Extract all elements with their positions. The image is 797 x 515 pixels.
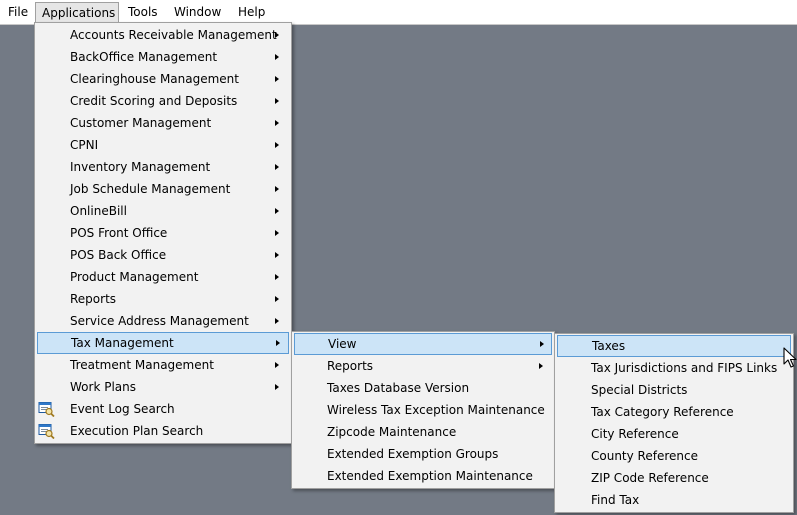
menu-window[interactable]: Window [168, 2, 227, 22]
menu-item-label: Taxes [592, 339, 626, 353]
submenu-arrow-icon [275, 120, 279, 126]
applications-item-pos-front-office[interactable]: POS Front Office [37, 222, 289, 244]
applications-item-clearinghouse-management[interactable]: Clearinghouse Management [37, 68, 289, 90]
menu-item-label: CPNI [70, 138, 99, 152]
tax-management-submenu: View Reports Taxes Database Version Wireles… [291, 331, 555, 489]
menu-item-label: Credit Scoring and Deposits [70, 94, 238, 108]
submenu-arrow-icon [275, 164, 279, 170]
submenu-arrow-icon [275, 274, 279, 280]
menu-item-label: Inventory Management [70, 160, 211, 174]
view-item-city-reference[interactable]: City Reference [557, 423, 791, 445]
submenu-arrow-icon [275, 296, 279, 302]
menu-item-label: Treatment Management [70, 358, 214, 372]
tax-management-item-extended-exemption-maintenance[interactable]: Extended Exemption Maintenance [294, 465, 552, 487]
menu-item-label: Taxes Database Version [327, 381, 470, 395]
submenu-arrow-icon [275, 76, 279, 82]
submenu-arrow-icon [275, 32, 279, 38]
menu-item-label: Reports [70, 292, 117, 306]
applications-item-tax-management[interactable]: Tax Management [37, 332, 289, 354]
submenu-arrow-icon [275, 384, 279, 390]
submenu-arrow-icon [275, 54, 279, 60]
menu-item-label: ZIP Code Reference [591, 471, 709, 485]
applications-item-execution-plan-search[interactable]: Execution Plan Search [37, 420, 289, 442]
search-window-icon [38, 401, 55, 418]
menu-item-label: Service Address Management [70, 314, 249, 328]
applications-item-credit-scoring-and-deposits[interactable]: Credit Scoring and Deposits [37, 90, 289, 112]
view-item-tax-jurisdictions-and-fips-links[interactable]: Tax Jurisdictions and FIPS Links [557, 357, 791, 379]
tax-management-item-taxes-database-version[interactable]: Taxes Database Version [294, 377, 552, 399]
menu-item-label: Wireless Tax Exception Maintenance [327, 403, 545, 417]
menu-item-label: OnlineBill [70, 204, 127, 218]
applications-item-work-plans[interactable]: Work Plans [37, 376, 289, 398]
menu-item-label: Tax Management [71, 336, 174, 350]
view-item-find-tax[interactable]: Find Tax [557, 489, 791, 511]
menu-item-label: Extended Exemption Maintenance [327, 469, 533, 483]
submenu-arrow-icon [275, 318, 279, 324]
applications-item-cpni[interactable]: CPNI [37, 134, 289, 156]
tax-management-item-extended-exemption-groups[interactable]: Extended Exemption Groups [294, 443, 552, 465]
menu-item-label: BackOffice Management [70, 50, 218, 64]
menu-item-label: Customer Management [70, 116, 212, 130]
submenu-arrow-icon [275, 98, 279, 104]
applications-item-job-schedule-management[interactable]: Job Schedule Management [37, 178, 289, 200]
menu-item-label: Reports [327, 359, 374, 373]
tax-management-item-reports[interactable]: Reports [294, 355, 552, 377]
menu-item-label: Clearinghouse Management [70, 72, 239, 86]
menu-item-label: POS Front Office [70, 226, 168, 240]
menu-item-label: Tax Jurisdictions and FIPS Links [591, 361, 778, 375]
applications-item-backoffice-management[interactable]: BackOffice Management [37, 46, 289, 68]
menu-item-label: Special Districts [591, 383, 688, 397]
view-item-taxes[interactable]: Taxes [557, 335, 791, 357]
menu-item-label: County Reference [591, 449, 698, 463]
submenu-arrow-icon [275, 142, 279, 148]
tax-management-item-zipcode-maintenance[interactable]: Zipcode Maintenance [294, 421, 552, 443]
menu-item-label: View [328, 337, 357, 351]
submenu-arrow-icon [539, 363, 543, 369]
applications-item-product-management[interactable]: Product Management [37, 266, 289, 288]
menu-item-label: Tax Category Reference [591, 405, 734, 419]
menu-tools[interactable]: Tools [122, 2, 164, 22]
submenu-arrow-icon [540, 341, 544, 347]
menu-item-label: POS Back Office [70, 248, 167, 262]
menu-file[interactable]: File [2, 2, 34, 22]
menu-help[interactable]: Help [232, 2, 271, 22]
menu-item-label: Work Plans [70, 380, 136, 394]
menu-item-label: Zipcode Maintenance [327, 425, 457, 439]
menu-item-label: Job Schedule Management [70, 182, 231, 196]
tax-management-item-view[interactable]: View [294, 333, 552, 355]
applications-item-inventory-management[interactable]: Inventory Management [37, 156, 289, 178]
view-item-county-reference[interactable]: County Reference [557, 445, 791, 467]
menu-item-label: City Reference [591, 427, 679, 441]
submenu-arrow-icon [275, 230, 279, 236]
applications-item-reports[interactable]: Reports [37, 288, 289, 310]
submenu-arrow-icon [275, 186, 279, 192]
menu-item-label: Find Tax [591, 493, 640, 507]
applications-menu: Accounts Receivable Management BackOffice… [34, 22, 292, 444]
applications-item-customer-management[interactable]: Customer Management [37, 112, 289, 134]
menu-item-label: Event Log Search [70, 402, 175, 416]
menu-applications[interactable]: Applications [35, 2, 119, 22]
view-item-special-districts[interactable]: Special Districts [557, 379, 791, 401]
menu-item-label: Execution Plan Search [70, 424, 204, 438]
applications-item-onlinebill[interactable]: OnlineBill [37, 200, 289, 222]
menu-item-label: Extended Exemption Groups [327, 447, 499, 461]
applications-item-service-address-management[interactable]: Service Address Management [37, 310, 289, 332]
submenu-arrow-icon [275, 252, 279, 258]
submenu-arrow-icon [275, 362, 279, 368]
submenu-arrow-icon [275, 208, 279, 214]
applications-item-pos-back-office[interactable]: POS Back Office [37, 244, 289, 266]
view-submenu: Taxes Tax Jurisdictions and FIPS Links Spe… [554, 333, 794, 513]
tax-management-item-wireless-tax-exception-maintenance[interactable]: Wireless Tax Exception Maintenance [294, 399, 552, 421]
menu-item-label: Product Management [70, 270, 199, 284]
menu-item-label: Accounts Receivable Management [70, 28, 277, 42]
applications-item-treatment-management[interactable]: Treatment Management [37, 354, 289, 376]
search-window-icon [38, 423, 55, 440]
applications-item-event-log-search[interactable]: Event Log Search [37, 398, 289, 420]
view-item-tax-category-reference[interactable]: Tax Category Reference [557, 401, 791, 423]
submenu-arrow-icon [276, 340, 280, 346]
applications-item-accounts-receivable-management[interactable]: Accounts Receivable Management [37, 24, 289, 46]
view-item-zip-code-reference[interactable]: ZIP Code Reference [557, 467, 791, 489]
arrow-cursor-icon [783, 347, 797, 368]
